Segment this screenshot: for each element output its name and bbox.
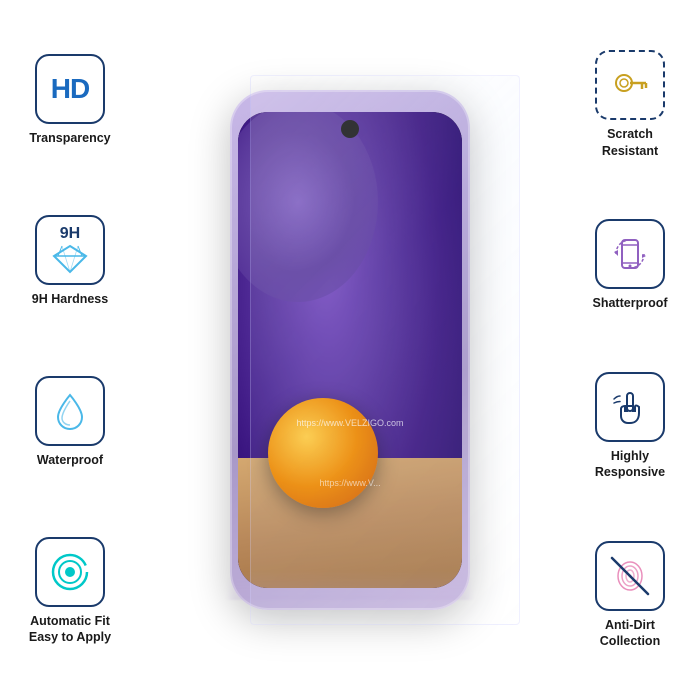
key-svg [608, 63, 652, 107]
shatterproof-label: Shatterproof [593, 295, 668, 311]
scratch-label: Scratch Resistant [602, 126, 658, 159]
autofit-icon-box [35, 537, 105, 607]
feature-scratch-resistant: Scratch Resistant [595, 50, 665, 159]
autofit-svg [48, 550, 92, 594]
phone-reflection [230, 570, 470, 600]
touch-icon-box [595, 372, 665, 442]
hd-icon-box: HD [35, 54, 105, 124]
right-features: Scratch Resistant Shatterproof [560, 0, 700, 700]
feature-anti-dirt: Anti-Dirt Collection [595, 541, 665, 650]
phone-body: https://www.VELZIGO.com https://www.V... [230, 90, 470, 610]
fingerprint-svg [608, 554, 652, 598]
hd-label: Transparency [29, 130, 110, 146]
touch-svg [608, 385, 652, 429]
waterdrop-icon-box [35, 376, 105, 446]
hd-icon: HD [51, 75, 89, 103]
shatterproof-icon-box [595, 219, 665, 289]
feature-auto-fit: Automatic Fit Easy to Apply [29, 537, 111, 646]
scratch-icon-box [595, 50, 665, 120]
feature-shatterproof: Shatterproof [593, 219, 668, 311]
feature-hd-transparency: HD Transparency [29, 54, 110, 146]
diamond-icon: 9H [52, 226, 88, 274]
phone-display: https://www.VELZIGO.com https://www.V... [180, 30, 520, 670]
waterdrop-svg [48, 389, 92, 433]
phone-screen: https://www.VELZIGO.com https://www.V... [238, 112, 462, 588]
antidirt-label: Anti-Dirt Collection [600, 617, 660, 650]
9h-label: 9H Hardness [32, 291, 108, 307]
phone-notch [341, 120, 359, 138]
responsive-label: Highly Responsive [595, 448, 665, 481]
antidirt-icon-box [595, 541, 665, 611]
product-page: HD Transparency 9H 9H H [0, 0, 700, 700]
phone-rotate-svg [608, 232, 652, 276]
watermark-text2: https://www.V... [248, 478, 452, 488]
feature-9h-hardness: 9H 9H Hardness [32, 215, 108, 307]
9h-icon-box: 9H [35, 215, 105, 285]
feature-waterproof: Waterproof [35, 376, 105, 468]
feature-highly-responsive: Highly Responsive [595, 372, 665, 481]
autofit-label: Automatic Fit Easy to Apply [29, 613, 111, 646]
watermark-text: https://www.VELZIGO.com [248, 418, 452, 428]
diamond-svg [52, 244, 88, 274]
left-features: HD Transparency 9H 9H H [0, 0, 140, 700]
waterproof-label: Waterproof [37, 452, 103, 468]
